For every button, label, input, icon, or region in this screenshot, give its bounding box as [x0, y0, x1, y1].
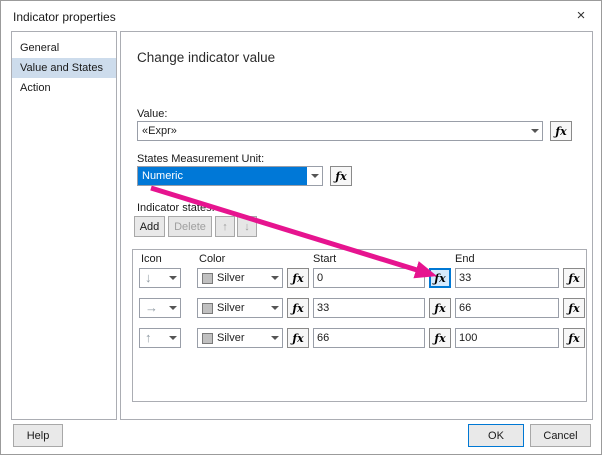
- end-input[interactable]: [455, 268, 559, 288]
- down-arrow-icon: ↓: [244, 220, 250, 233]
- end-expression-button[interactable]: ƒx: [563, 298, 585, 318]
- icon-dropdown[interactable]: →: [139, 298, 181, 318]
- cancel-button[interactable]: Cancel: [530, 424, 591, 447]
- up-arrow-icon: ↑: [222, 220, 228, 233]
- start-input[interactable]: [313, 268, 425, 288]
- chevron-down-icon: [267, 269, 282, 287]
- color-dropdown[interactable]: Silver: [197, 298, 283, 318]
- up-arrow-icon: ↑: [145, 330, 152, 345]
- column-header-color: Color: [199, 253, 226, 265]
- table-row: ↓ Silver ƒx ƒx ƒx: [133, 268, 586, 288]
- icon-dropdown[interactable]: ↓: [139, 268, 181, 288]
- color-dropdown-value: Silver: [217, 332, 245, 344]
- value-label: Value:: [137, 108, 168, 120]
- sidebar-item-general[interactable]: General: [12, 38, 116, 58]
- dialog-title: Indicator properties: [13, 10, 116, 24]
- chevron-down-icon: [165, 299, 180, 317]
- main-panel: Change indicator value Value: «Expr» ƒx …: [120, 31, 593, 420]
- chevron-down-icon: [307, 167, 322, 185]
- end-input[interactable]: [455, 298, 559, 318]
- value-dropdown[interactable]: «Expr»: [137, 121, 543, 141]
- chevron-down-icon: [165, 329, 180, 347]
- chevron-down-icon: [527, 122, 542, 140]
- end-expression-button[interactable]: ƒx: [563, 328, 585, 348]
- color-swatch: [202, 332, 213, 344]
- unit-dropdown-value: Numeric: [138, 167, 307, 185]
- down-arrow-icon: ↓: [145, 270, 152, 285]
- move-down-button[interactable]: ↓: [237, 216, 257, 237]
- move-up-button[interactable]: ↑: [215, 216, 235, 237]
- page-title: Change indicator value: [137, 50, 276, 65]
- close-icon[interactable]: ×: [569, 5, 593, 27]
- unit-expression-button[interactable]: ƒx: [330, 166, 352, 186]
- indicator-states-table: Icon Color Start End ↓ Silver ƒx ƒx: [132, 249, 587, 402]
- end-expression-button[interactable]: ƒx: [563, 268, 585, 288]
- right-arrow-icon: →: [145, 300, 158, 315]
- sidebar-item-action[interactable]: Action: [12, 78, 116, 98]
- ok-button[interactable]: OK: [468, 424, 524, 447]
- delete-button[interactable]: Delete: [168, 216, 212, 237]
- help-button[interactable]: Help: [13, 424, 63, 447]
- sidebar: General Value and States Action: [11, 31, 117, 420]
- end-input[interactable]: [455, 328, 559, 348]
- chevron-down-icon: [165, 269, 180, 287]
- color-expression-button[interactable]: ƒx: [287, 298, 309, 318]
- unit-dropdown[interactable]: Numeric: [137, 166, 323, 186]
- start-input[interactable]: [313, 328, 425, 348]
- titlebar: Indicator properties ×: [1, 1, 601, 31]
- add-button[interactable]: Add: [134, 216, 165, 237]
- color-swatch: [202, 302, 213, 314]
- start-expression-button[interactable]: ƒx: [429, 328, 451, 348]
- chevron-down-icon: [267, 329, 282, 347]
- unit-label: States Measurement Unit:: [137, 153, 265, 165]
- indicator-properties-dialog: Indicator properties × General Value and…: [0, 0, 602, 455]
- icon-dropdown[interactable]: ↑: [139, 328, 181, 348]
- color-expression-button[interactable]: ƒx: [287, 268, 309, 288]
- color-swatch: [202, 272, 213, 284]
- color-dropdown-value: Silver: [217, 272, 245, 284]
- sidebar-item-value-and-states[interactable]: Value and States: [12, 58, 116, 78]
- start-expression-button[interactable]: ƒx: [429, 298, 451, 318]
- table-row: ↑ Silver ƒx ƒx ƒx: [133, 328, 586, 348]
- color-dropdown-value: Silver: [217, 302, 245, 314]
- column-header-end: End: [455, 253, 475, 265]
- value-dropdown-value: «Expr»: [142, 125, 177, 137]
- table-row: → Silver ƒx ƒx ƒx: [133, 298, 586, 318]
- color-dropdown[interactable]: Silver: [197, 268, 283, 288]
- chevron-down-icon: [267, 299, 282, 317]
- column-header-start: Start: [313, 253, 337, 265]
- column-header-icon: Icon: [141, 253, 162, 265]
- value-expression-button[interactable]: ƒx: [550, 121, 572, 141]
- start-expression-button[interactable]: ƒx: [429, 268, 451, 288]
- start-input[interactable]: [313, 298, 425, 318]
- indicator-states-label: Indicator states:: [137, 202, 215, 214]
- color-dropdown[interactable]: Silver: [197, 328, 283, 348]
- color-expression-button[interactable]: ƒx: [287, 328, 309, 348]
